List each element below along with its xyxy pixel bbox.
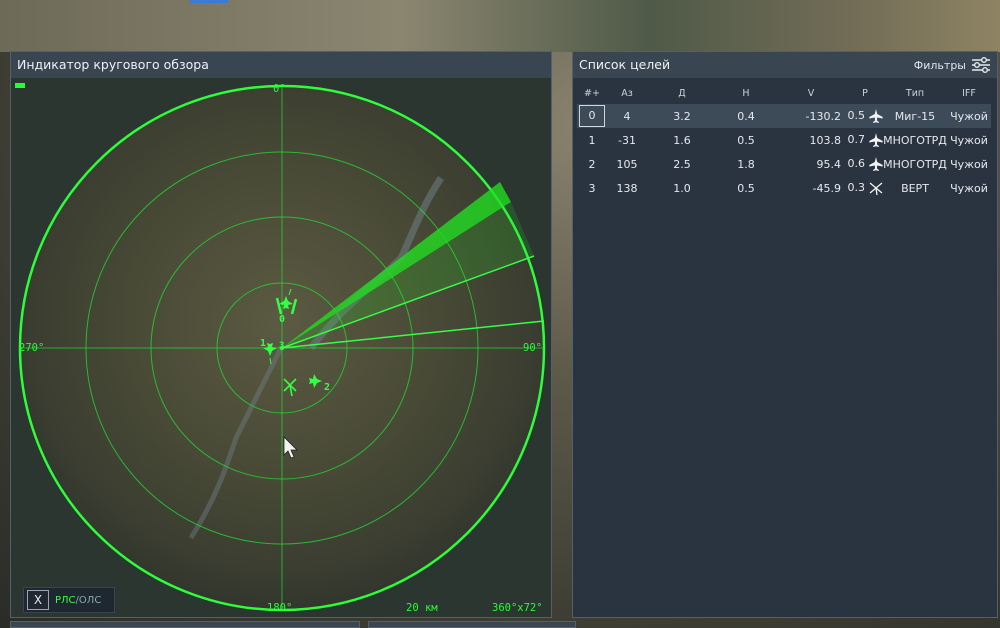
col-type[interactable]: Тип [883, 82, 947, 104]
radar-panel-title: Индикатор кругового обзора [11, 52, 551, 78]
targets-table: #+ Аз Д Н V Р Тип IFF 0 4 3.2 0.4 -130.2… [577, 82, 991, 200]
table-header: #+ Аз Д Н V Р Тип IFF [577, 82, 991, 104]
row-distance: 1.6 [673, 133, 691, 147]
heading-south: 180° [267, 602, 292, 614]
row-height: 0.5 [737, 181, 755, 195]
row-velocity: 95.4 [816, 157, 842, 171]
row-index: 1 [588, 133, 596, 147]
helicopter-icon [869, 182, 882, 195]
top-accent-bar [190, 0, 228, 3]
row-index: 2 [588, 157, 596, 171]
jet-icon [868, 157, 883, 171]
row-distance: 1.0 [673, 181, 691, 195]
target-label: 2 [324, 382, 330, 393]
table-row[interactable]: 0 4 3.2 0.4 -130.2 0.5 Миг-15 Чужой [577, 104, 991, 128]
row-azimuth: 138 [616, 181, 638, 195]
target-label: 0 [279, 314, 285, 325]
col-probability[interactable]: Р [847, 82, 883, 104]
background-terrain [0, 0, 1000, 52]
radar-panel: Индикатор кругового обзора 0° 90° 180° 2… [10, 51, 552, 618]
bottom-panel-left [10, 621, 360, 628]
heading-west: 270° [19, 342, 44, 354]
row-velocity: -45.9 [812, 181, 841, 195]
row-azimuth: -31 [618, 133, 636, 147]
table-row[interactable]: 2 105 2.5 1.8 95.4 0.6 МНОГОТРД Чужой [577, 152, 991, 176]
mode-rls[interactable]: РЛС [55, 595, 76, 606]
filters-label: Фильтры [913, 58, 966, 72]
row-iff: Чужой [950, 181, 988, 195]
bottom-panel-right [368, 621, 576, 628]
row-azimuth: 105 [616, 157, 638, 171]
row-index: 3 [588, 181, 596, 195]
col-distance[interactable]: Д [647, 82, 717, 104]
radar-scope[interactable]: 0° 90° 180° 270° 20 км 360°x72° 0 1 2 3 [11, 78, 551, 617]
row-distance: 2.5 [673, 157, 691, 171]
row-type: ВЕРТ [901, 181, 929, 195]
col-velocity[interactable]: V [775, 82, 847, 104]
mode-ols[interactable]: ОЛС [79, 595, 101, 606]
row-probability: 0.6 [847, 157, 866, 170]
row-type: Миг-15 [883, 104, 947, 128]
sensor-mode-control: X РЛС/ОЛС [23, 587, 115, 613]
row-velocity: -130.2 [775, 104, 847, 128]
range-label: 20 км [406, 602, 438, 614]
col-index[interactable]: #+ [577, 82, 607, 104]
col-iff[interactable]: IFF [947, 82, 991, 104]
row-height: 1.8 [737, 157, 755, 171]
table-row[interactable]: 3 138 1.0 0.5 -45.9 0.3 ВЕРТ Чужой [577, 176, 991, 200]
row-height: 0.4 [717, 104, 775, 128]
row-iff: Чужой [947, 104, 991, 128]
row-probability: 0.7 [847, 133, 866, 146]
row-probability: 0.5 [847, 109, 866, 122]
status-indicator [15, 83, 25, 88]
col-azimuth[interactable]: Аз [607, 82, 647, 104]
row-velocity: 103.8 [809, 133, 842, 147]
jet-icon [868, 109, 883, 123]
col-height[interactable]: Н [717, 82, 775, 104]
heading-north: 0° [273, 83, 286, 95]
sliders-icon [972, 57, 990, 73]
targets-panel: Список целей Фильтры #+ Аз Д Н V Р Тип I… [572, 51, 998, 618]
filters-button[interactable]: Фильтры [914, 52, 991, 78]
table-row[interactable]: 1 -31 1.6 0.5 103.8 0.7 МНОГОТРД Чужой [577, 128, 991, 152]
row-azimuth: 4 [607, 104, 647, 128]
row-iff: Чужой [950, 133, 988, 147]
close-mode-button[interactable]: X [27, 590, 49, 610]
scan-label: 360°x72° [492, 602, 543, 614]
row-probability: 0.3 [847, 181, 866, 194]
row-index: 0 [579, 105, 605, 127]
row-type: МНОГОТРД [883, 157, 947, 171]
row-iff: Чужой [950, 157, 988, 171]
jet-icon [868, 133, 883, 147]
heading-east: 90° [523, 342, 542, 354]
row-height: 0.5 [737, 133, 755, 147]
row-distance: 3.2 [647, 104, 717, 128]
own-position-marker [280, 346, 284, 350]
target-label: 1 [260, 338, 266, 349]
row-type: МНОГОТРД [883, 133, 947, 147]
